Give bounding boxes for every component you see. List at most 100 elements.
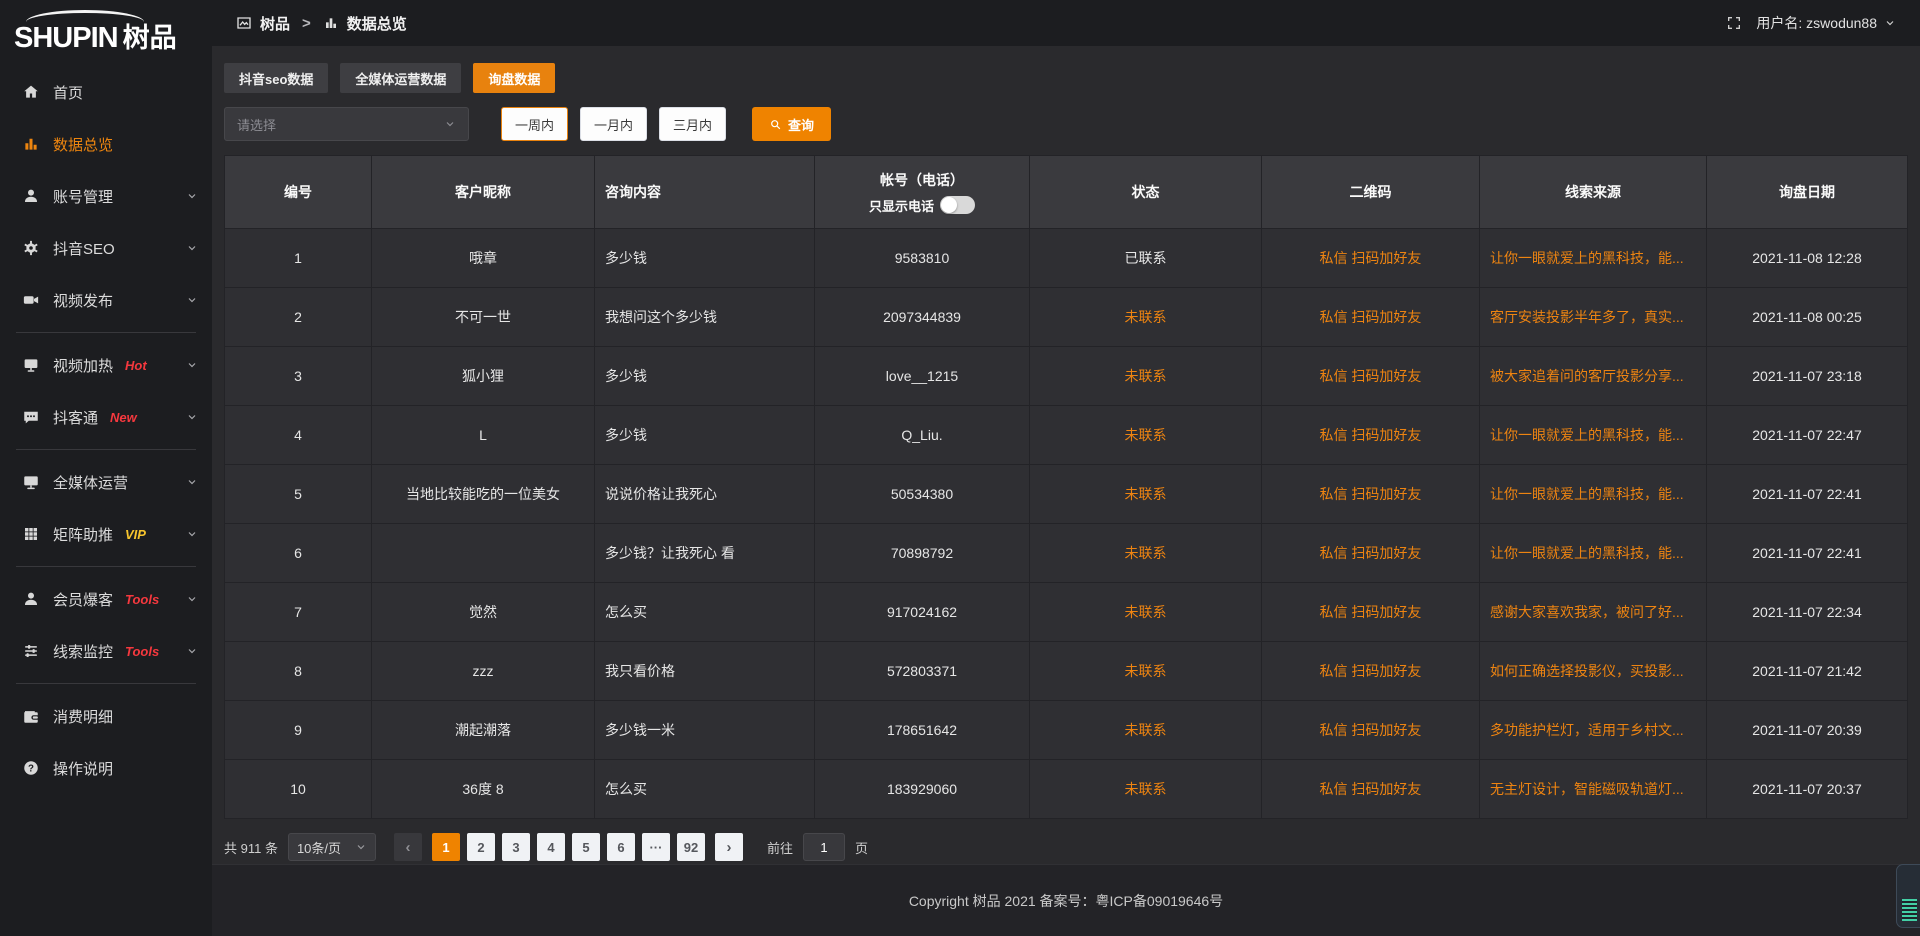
tab-douyin-seo-data[interactable]: 抖音seo数据 — [224, 63, 328, 93]
tab-inquiry-data[interactable]: 询盘数据 — [473, 63, 555, 93]
cell-qr-link[interactable]: 私信 扫码加好友 — [1262, 701, 1479, 759]
cell-content: 多少钱 — [595, 229, 814, 287]
cell-qr-link[interactable]: 私信 扫码加好友 — [1262, 229, 1479, 287]
sidebar-divider — [16, 566, 196, 567]
sidebar-item-douyin-seo[interactable]: 抖音SEO — [0, 222, 212, 274]
gear-icon — [22, 239, 40, 257]
cell-source-link[interactable]: 让你一眼就爱上的黑科技，能... — [1480, 465, 1706, 523]
col-header-account: 帐号（电话） 只显示电话 — [815, 156, 1029, 228]
col-header-source: 线索来源 — [1480, 156, 1706, 228]
cell-source-link[interactable]: 被大家追着问的客厅投影分享... — [1480, 347, 1706, 405]
cell-id: 9 — [225, 701, 371, 759]
sidebar-item-badge: Hot — [125, 358, 147, 373]
page-button-3[interactable]: 3 — [502, 833, 530, 861]
inquiry-table: 编号 客户昵称 咨询内容 帐号（电话） 只显示电话 状态 二维码 线索来源 询盘… — [224, 155, 1908, 819]
tab-omnimedia-data[interactable]: 全媒体运营数据 — [340, 63, 461, 93]
cell-date: 2021-11-08 00:25 — [1707, 288, 1907, 346]
page-ellipsis-button[interactable]: ··· — [642, 833, 670, 861]
cell-date: 2021-11-08 12:28 — [1707, 229, 1907, 287]
breadcrumb-root[interactable]: 树品 — [260, 13, 290, 34]
cell-source-link[interactable]: 让你一眼就爱上的黑科技，能... — [1480, 229, 1706, 287]
query-button[interactable]: 查询 — [752, 107, 831, 141]
overview-breadcrumb-icon — [323, 15, 339, 31]
phone-only-toggle[interactable] — [940, 196, 975, 214]
sidebar-item-data-overview[interactable]: 数据总览 — [0, 118, 212, 170]
sidebar-item-video-heat[interactable]: 视频加热 Hot — [0, 339, 212, 391]
fullscreen-icon[interactable] — [1726, 15, 1742, 31]
grid-icon — [22, 525, 40, 543]
cell-source-link[interactable]: 无主灯设计，智能磁吸轨道灯... — [1480, 760, 1706, 818]
next-page-button[interactable]: › — [715, 833, 743, 861]
page-size-select[interactable]: 10条/页 — [288, 833, 376, 861]
goto-label: 前往 — [767, 838, 793, 857]
page-button-1[interactable]: 1 — [432, 833, 460, 861]
sidebar-item-consume-detail[interactable]: 消费明细 — [0, 690, 212, 742]
goto-page-input[interactable] — [803, 833, 845, 861]
sidebar-item-badge: New — [110, 410, 137, 425]
cell-qr-link[interactable]: 私信 扫码加好友 — [1262, 524, 1479, 582]
cell-qr-link[interactable]: 私信 扫码加好友 — [1262, 583, 1479, 641]
cell-nickname: L — [372, 406, 594, 464]
sidebar-item-omnimedia[interactable]: 全媒体运营 — [0, 456, 212, 508]
cell-content: 多少钱 — [595, 347, 814, 405]
cell-date: 2021-11-07 22:47 — [1707, 406, 1907, 464]
filter-select[interactable]: 请选择 — [224, 107, 469, 141]
sidebar-item-doukertong[interactable]: 抖客通 New — [0, 391, 212, 443]
page-button-6[interactable]: 6 — [607, 833, 635, 861]
cell-nickname: 当地比较能吃的一位美女 — [372, 465, 594, 523]
sidebar-item-member-burst[interactable]: 会员爆客 Tools — [0, 573, 212, 625]
sidebar-item-video-publish[interactable]: 视频发布 — [0, 274, 212, 326]
cell-nickname: 觉然 — [372, 583, 594, 641]
cell-nickname: 36度 8 — [372, 760, 594, 818]
sidebar-divider — [16, 332, 196, 333]
cell-source-link[interactable]: 如何正确选择投影仪，买投影... — [1480, 642, 1706, 700]
cell-source-link[interactable]: 感谢大家喜欢我家，被问了好... — [1480, 583, 1706, 641]
sidebar-item-label: 视频发布 — [53, 290, 113, 311]
chevron-down-icon — [186, 359, 198, 371]
cell-date: 2021-11-07 23:18 — [1707, 347, 1907, 405]
cell-id: 6 — [225, 524, 371, 582]
cell-qr-link[interactable]: 私信 扫码加好友 — [1262, 465, 1479, 523]
period-week-button[interactable]: 一周内 — [501, 107, 568, 141]
cell-id: 7 — [225, 583, 371, 641]
sidebar-item-home[interactable]: 首页 — [0, 66, 212, 118]
user-menu[interactable]: 用户名: zswodun88 — [1756, 13, 1896, 33]
brand-logo: SHUPIN树品 — [0, 0, 212, 56]
cell-account: 917024162 — [815, 583, 1029, 641]
cell-account: 70898792 — [815, 524, 1029, 582]
sidebar-item-clue-monitor[interactable]: 线索监控 Tools — [0, 625, 212, 677]
cell-account: 2097344839 — [815, 288, 1029, 346]
heat-icon — [22, 356, 40, 374]
overlay-widget-bars — [1902, 899, 1917, 921]
sidebar-item-label: 抖音SEO — [53, 238, 115, 259]
cell-qr-link[interactable]: 私信 扫码加好友 — [1262, 642, 1479, 700]
cell-content: 多少钱一米 — [595, 701, 814, 759]
cell-source-link[interactable]: 客厅安装投影半年多了，真实... — [1480, 288, 1706, 346]
prev-page-button[interactable]: ‹ — [394, 833, 422, 861]
page-button-2[interactable]: 2 — [467, 833, 495, 861]
page-button-4[interactable]: 4 — [537, 833, 565, 861]
sidebar-item-account-manage[interactable]: 账号管理 — [0, 170, 212, 222]
cell-qr-link[interactable]: 私信 扫码加好友 — [1262, 760, 1479, 818]
sidebar-item-operation-guide[interactable]: 操作说明 — [0, 742, 212, 794]
cell-source-link[interactable]: 让你一眼就爱上的黑科技，能... — [1480, 406, 1706, 464]
cell-account: 9583810 — [815, 229, 1029, 287]
sidebar-item-matrix-boost[interactable]: 矩阵助推 VIP — [0, 508, 212, 560]
overlay-widget[interactable] — [1896, 864, 1920, 928]
cell-qr-link[interactable]: 私信 扫码加好友 — [1262, 288, 1479, 346]
cell-status: 未联系 — [1030, 583, 1261, 641]
cell-source-link[interactable]: 多功能护栏灯，适用于乡村文... — [1480, 701, 1706, 759]
page-button-92[interactable]: 92 — [677, 833, 705, 861]
period-quarter-button[interactable]: 三月内 — [659, 107, 726, 141]
sidebar-item-badge: Tools — [125, 592, 159, 607]
period-month-button[interactable]: 一月内 — [580, 107, 647, 141]
cell-source-link[interactable]: 让你一眼就爱上的黑科技，能... — [1480, 524, 1706, 582]
chevron-down-icon — [186, 593, 198, 605]
cell-qr-link[interactable]: 私信 扫码加好友 — [1262, 406, 1479, 464]
chevron-down-icon — [355, 841, 367, 853]
cell-qr-link[interactable]: 私信 扫码加好友 — [1262, 347, 1479, 405]
cell-nickname: 潮起潮落 — [372, 701, 594, 759]
cell-status: 未联系 — [1030, 465, 1261, 523]
page-button-5[interactable]: 5 — [572, 833, 600, 861]
footer: Copyright 树品 2021 备案号：粤ICP备09019646号 — [212, 864, 1920, 936]
